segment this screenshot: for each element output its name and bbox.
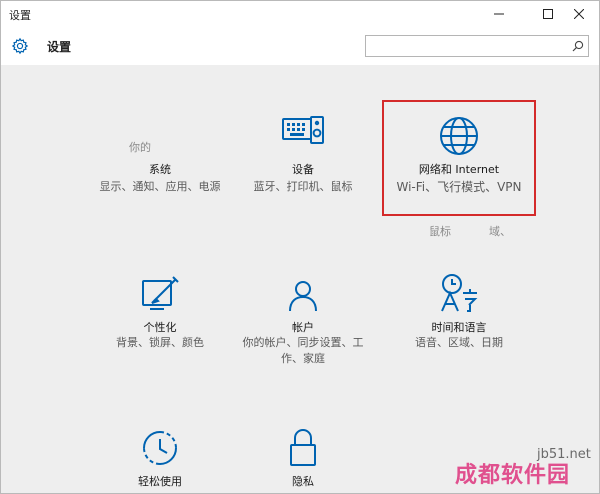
minimize-button[interactable] [479, 1, 519, 27]
stray-text: 鼠标 [429, 225, 451, 238]
search-box[interactable] [365, 35, 589, 57]
tile-name: 个性化 [143, 321, 177, 334]
close-icon [574, 9, 584, 19]
settings-grid: 你的 系统 显示、通知、应用、电源 设备 蓝牙、打印机、鼠标 网络和 Inter… [1, 65, 599, 493]
tile-desc: 背景、锁屏、颜色 [116, 336, 204, 349]
settings-window: 设置 设置 你的 系统 显示、通知、应用、电源 设备 蓝牙、打印机、鼠标 网络和… [0, 0, 600, 494]
tile-name: 轻松使用 [138, 475, 182, 488]
tile-desc: 蓝牙、打印机、鼠标 [253, 180, 353, 193]
search-input[interactable] [366, 36, 570, 56]
tile-desc: 显示、通知、应用、电源 [99, 180, 221, 193]
gear-icon [11, 37, 29, 55]
maximize-icon [543, 9, 553, 19]
lock-icon [290, 429, 316, 466]
tile-desc: Wi-Fi、飞行模式、VPN [396, 180, 522, 194]
tile-name: 网络和 Internet [418, 163, 500, 176]
tile-desc: 语音、区域、日期 [415, 336, 503, 349]
devices-icon [282, 116, 324, 144]
window-title: 设置 [9, 9, 31, 22]
tile-name: 帐户 [292, 321, 314, 334]
watermark: jb51.net 成都软件园 [447, 447, 597, 491]
personalization-icon [142, 276, 179, 310]
tile-name: 系统 [149, 163, 171, 176]
settings-header: 设置 [1, 27, 599, 65]
tile-ease-of-access[interactable]: 轻松使用 [85, 425, 235, 493]
tile-network-internet[interactable]: 网络和 Internet Wi-Fi、飞行模式、VPN [384, 109, 534, 209]
tile-personalization[interactable]: 个性化 背景、锁屏、颜色 [85, 271, 235, 381]
page-title: 设置 [47, 40, 72, 54]
tile-time-language[interactable]: 时间和语言 语音、区域、日期 [384, 271, 534, 381]
tile-name: 设备 [292, 163, 314, 176]
ease-of-access-icon [143, 431, 177, 465]
tile-devices[interactable]: 设备 蓝牙、打印机、鼠标 [228, 109, 378, 209]
close-button[interactable] [559, 1, 599, 27]
tile-name: 隐私 [292, 475, 314, 488]
time-language-icon [441, 274, 478, 312]
stray-text: 域、 [489, 225, 511, 238]
globe-icon [440, 117, 478, 155]
title-bar: 设置 [1, 1, 599, 27]
minimize-icon [494, 13, 504, 15]
watermark-text: 成都软件园 [455, 463, 571, 488]
search-icon[interactable] [572, 40, 584, 52]
tile-desc: 你的帐户、同步设置、工作、家庭 [242, 336, 364, 365]
tile-name: 时间和语言 [431, 321, 487, 334]
laptop-icon [137, 113, 181, 149]
tile-privacy[interactable]: 隐私 [228, 425, 378, 493]
tile-accounts[interactable]: 帐户 你的帐户、同步设置、工作、家庭 [228, 271, 378, 381]
account-icon [289, 281, 317, 312]
